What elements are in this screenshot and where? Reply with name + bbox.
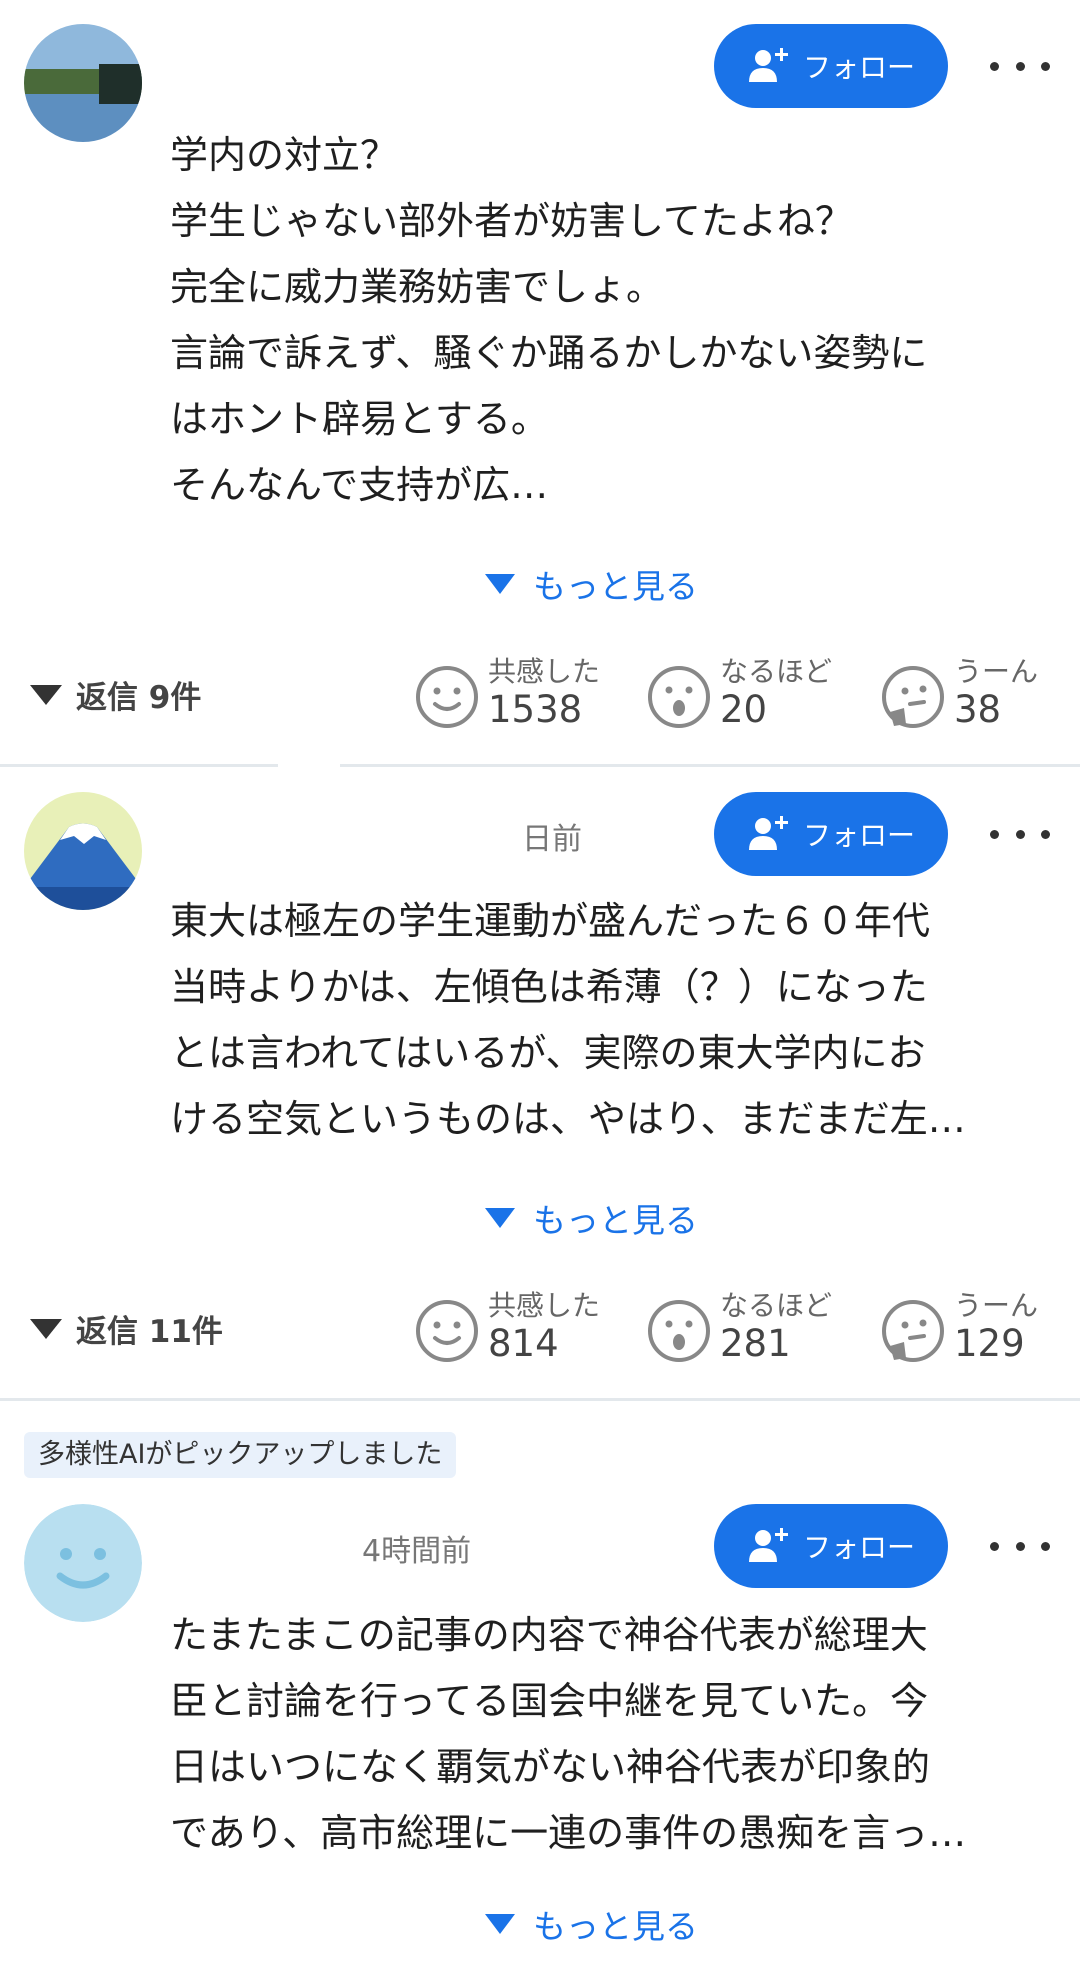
- add-user-icon: [748, 48, 788, 82]
- user-avatar-lake[interactable]: [24, 24, 142, 142]
- dot-icon: [1015, 829, 1025, 839]
- reaction-count: 38: [954, 688, 1002, 731]
- triangle-down-icon: [485, 574, 515, 594]
- reaction-insightful[interactable]: なるほど 281: [646, 1284, 846, 1374]
- read-more-button[interactable]: もっと見る: [485, 1194, 698, 1242]
- reaction-insightful[interactable]: なるほど 20: [646, 650, 846, 740]
- mount-fuji-avatar: [24, 792, 142, 910]
- follow-button[interactable]: フォロー: [714, 24, 948, 108]
- more-options-button[interactable]: [990, 1526, 1050, 1566]
- surprised-face-icon: [648, 1300, 710, 1362]
- reaction-empathy[interactable]: 共感した 814: [414, 1284, 614, 1374]
- comment-line: そんなんで支持が広…: [170, 463, 549, 507]
- dot-icon: [990, 829, 999, 839]
- follow-button[interactable]: フォロー: [714, 1504, 948, 1588]
- more-options-button[interactable]: [990, 46, 1050, 86]
- add-user-icon: [748, 1528, 788, 1562]
- dot-icon: [990, 1541, 999, 1551]
- replies-toggle[interactable]: 返信 9件: [30, 672, 201, 717]
- thinking-face-icon: [882, 666, 944, 728]
- comment-line: であり、高市総理に一連の事件の愚痴を言っ…: [170, 1811, 967, 1855]
- comment-line: 学内の対立？: [170, 133, 399, 177]
- comment-2: 日前 フォロー 東大は極左の学生運動が盛んだった６０年代 当時よりかは、左傾色は…: [0, 770, 1080, 1390]
- post-timestamp: 日前: [522, 822, 582, 857]
- post-timestamp: 4時間前: [362, 1534, 472, 1569]
- dot-icon: [1041, 1541, 1050, 1551]
- reaction-label: なるほど: [720, 1289, 833, 1322]
- smile-face-icon: [416, 666, 478, 728]
- comment-line: 完全に威力業務妨害でしょ。: [170, 265, 665, 309]
- comment-3: 4時間前 フォロー たまたまこの記事の内容で神谷代表が総理大 臣と討論を行ってる…: [0, 1490, 1080, 1978]
- thinking-face-icon: [882, 1300, 944, 1362]
- reaction-label: 共感した: [488, 655, 601, 688]
- follow-button[interactable]: フォロー: [714, 792, 948, 876]
- comment-line: 言論で訴えず、騒ぐか踊るかしかない姿勢に: [170, 331, 928, 375]
- smiley-default-avatar: [24, 1504, 142, 1622]
- dot-icon: [990, 61, 999, 71]
- surprised-face-icon: [648, 666, 710, 728]
- reaction-label: うーん: [954, 655, 1039, 688]
- reaction-count: 20: [720, 688, 768, 731]
- follow-label: フォロー: [802, 51, 915, 84]
- more-options-button[interactable]: [990, 814, 1050, 854]
- dot-icon: [1041, 61, 1050, 71]
- comment-line: とは言われてはいるが、実際の東大学内にお: [170, 1031, 926, 1075]
- comment-text: 学内の対立？ 学生じゃない部外者が妨害してたよね？ 完全に威力業務妨害でしょ。 …: [170, 122, 1040, 518]
- user-avatar-smiley[interactable]: [24, 1504, 142, 1622]
- read-more-button[interactable]: もっと見る: [485, 1900, 698, 1948]
- reaction-count: 281: [720, 1322, 791, 1365]
- replies-label: 返信 11件: [76, 1314, 223, 1350]
- reaction-hmm[interactable]: うーん 38: [880, 650, 1080, 740]
- comment-line: 当時よりかは、左傾色は希薄（？）になった: [170, 965, 928, 1009]
- comment-line: 学生じゃない部外者が妨害してたよね？: [170, 199, 853, 243]
- dot-icon: [1015, 61, 1025, 71]
- follow-label: フォロー: [802, 1531, 915, 1564]
- user-avatar-fuji[interactable]: [24, 792, 142, 910]
- triangle-down-icon: [30, 684, 62, 705]
- replies-toggle[interactable]: 返信 11件: [30, 1306, 223, 1351]
- comment-line: 東大は極左の学生運動が盛んだった６０年代: [170, 899, 931, 943]
- divider: [0, 764, 278, 767]
- dot-icon: [1041, 829, 1050, 839]
- reaction-label: 共感した: [488, 1289, 601, 1322]
- triangle-down-icon: [485, 1914, 515, 1934]
- read-more-label: もっと見る: [533, 1907, 698, 1946]
- divider: [0, 1398, 1080, 1401]
- follow-label: フォロー: [802, 819, 915, 852]
- comment-line: たまたまこの記事の内容で神谷代表が総理大: [170, 1613, 928, 1657]
- lake-photo-avatar: [24, 24, 142, 142]
- triangle-down-icon: [30, 1318, 62, 1339]
- read-more-button[interactable]: もっと見る: [485, 560, 698, 608]
- comment-line: はホント辟易とする。: [170, 397, 549, 441]
- reaction-count: 1538: [488, 688, 583, 731]
- read-more-label: もっと見る: [533, 567, 698, 606]
- divider: [340, 764, 1080, 767]
- ai-pickup-badge: 多様性AIがピックアップしました: [24, 1432, 457, 1478]
- comment-text: たまたまこの記事の内容で神谷代表が総理大 臣と討論を行ってる国会中継を見ていた。…: [170, 1602, 1040, 1866]
- reaction-count: 129: [954, 1322, 1025, 1365]
- comment-1: フォロー 学内の対立？ 学生じゃない部外者が妨害してたよね？ 完全に威力業務妨害…: [0, 0, 1080, 760]
- reaction-label: なるほど: [720, 655, 833, 688]
- comment-line: ける空気というものは、やはり、まだまだ左…: [170, 1097, 966, 1141]
- reaction-hmm[interactable]: うーん 129: [880, 1284, 1080, 1374]
- reaction-count: 814: [488, 1322, 559, 1365]
- smile-face-icon: [416, 1300, 478, 1362]
- read-more-label: もっと見る: [533, 1201, 698, 1240]
- add-user-icon: [748, 816, 788, 850]
- replies-label: 返信 9件: [76, 680, 202, 716]
- triangle-down-icon: [485, 1208, 515, 1228]
- reaction-empathy[interactable]: 共感した 1538: [414, 650, 614, 740]
- dot-icon: [1015, 1541, 1025, 1551]
- reaction-label: うーん: [954, 1289, 1039, 1322]
- comment-text: 東大は極左の学生運動が盛んだった６０年代 当時よりかは、左傾色は希薄（？）になっ…: [170, 888, 1040, 1152]
- comment-line: 日はいつになく覇気がない神谷代表が印象的: [170, 1745, 931, 1789]
- comment-line: 臣と討論を行ってる国会中継を見ていた。今: [170, 1679, 929, 1723]
